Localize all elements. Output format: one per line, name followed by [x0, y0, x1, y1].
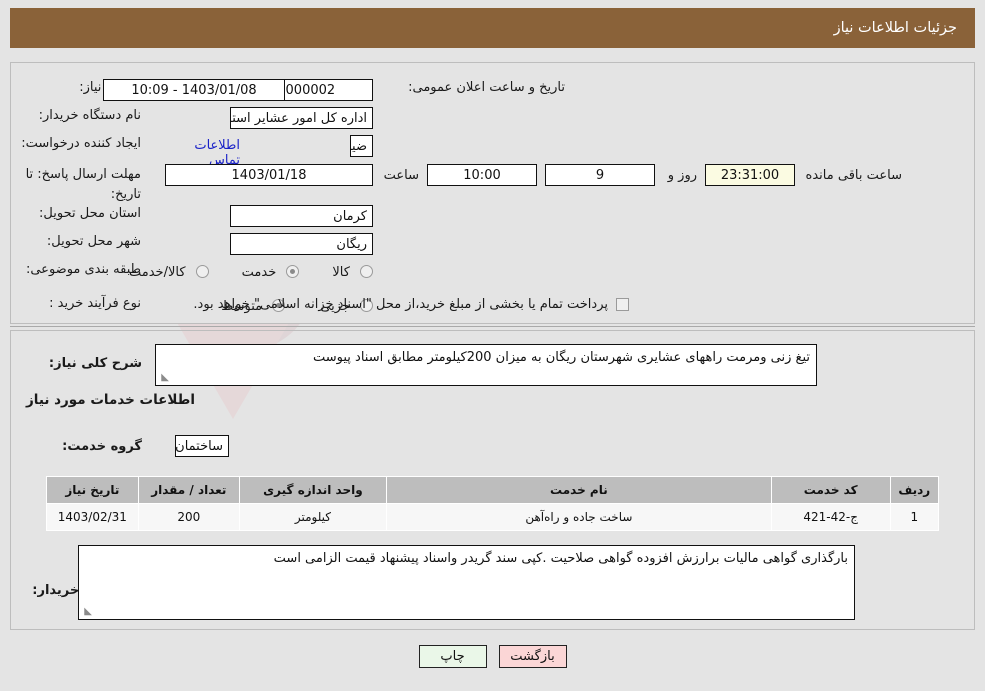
- buyer-org-field[interactable]: اداره کل امور عشایر استان کرمان: [230, 107, 373, 129]
- th-quantity: تعداد / مقدار: [137, 476, 240, 504]
- resize-grip-icon-2[interactable]: ◣: [82, 607, 92, 617]
- service-group-label: گروه خدمت:: [62, 439, 142, 454]
- announce-date-label: تاریخ و ساعت اعلان عمومی:: [408, 80, 565, 95]
- deadline-label-row: مهلت ارسال پاسخ: تا تاریخ:: [21, 163, 141, 203]
- buyer-notes-textarea[interactable]: بارگذاری گواهی مالیات برارزش افزوده گواه…: [78, 545, 855, 620]
- category-option-khedmat-label: خدمت: [241, 265, 277, 280]
- page-header-bar: جزئیات اطلاعات نیاز: [10, 8, 975, 48]
- process-label-row: نوع فرآیند خرید :: [49, 295, 141, 312]
- cell-quantity: 200: [137, 503, 240, 531]
- province-label: استان محل تحویل:: [39, 206, 141, 221]
- resize-grip-icon[interactable]: ◣: [159, 373, 169, 383]
- province-field[interactable]: کرمان: [230, 205, 373, 227]
- category-option-kala-khedmat-label: کالا/خدمت: [129, 265, 186, 280]
- th-service-code: کد خدمت: [770, 476, 891, 504]
- creator-field[interactable]: ضیافت محمدی کارشناس امور اداری اداره کل …: [350, 135, 373, 157]
- announce-label-row: تاریخ و ساعت اعلان عمومی:: [408, 79, 565, 96]
- deadline-date-field[interactable]: 1403/01/18: [165, 164, 373, 186]
- table-header-row: ردیف کد خدمت نام خدمت واحد اندازه گیری ت…: [46, 476, 940, 504]
- table-row: 1 ج-42-421 ساخت جاده و راه‌آهن کیلومتر 2…: [46, 503, 940, 531]
- remaining-time-suffix: ساعت باقی مانده: [805, 168, 902, 183]
- th-row-no: ردیف: [889, 476, 940, 504]
- deadline-hour-label: ساعت: [383, 168, 419, 183]
- buyer-org-label: نام دستگاه خریدار:: [38, 108, 141, 123]
- description-value: تیغ زنی ومرمت راههای عشایری شهرستان ریگا…: [312, 350, 810, 365]
- deadline-label: مهلت ارسال پاسخ: تا تاریخ:: [25, 167, 141, 202]
- back-button[interactable]: بازگشت: [498, 645, 567, 668]
- creator-label-row: ایجاد کننده درخواست:: [21, 135, 141, 152]
- radio-kala-icon[interactable]: [360, 265, 373, 278]
- cell-unit: کیلومتر: [238, 503, 387, 531]
- need-info-panel: [10, 62, 975, 324]
- treasury-checkbox-row[interactable]: پرداخت تمام یا بخشی از مبلغ خرید،از محل …: [193, 296, 629, 313]
- cell-need-date: 1403/02/31: [46, 503, 139, 531]
- th-need-date: تاریخ نیاز: [46, 476, 139, 504]
- print-button[interactable]: چاپ: [418, 645, 487, 668]
- remaining-days-field: 9: [545, 164, 655, 186]
- description-textarea[interactable]: تیغ زنی ومرمت راههای عشایری شهرستان ریگا…: [155, 344, 817, 386]
- category-option-kala[interactable]: کالا: [327, 261, 373, 280]
- action-button-bar: بازگشت چاپ: [0, 645, 985, 668]
- radio-kala-khedmat-icon[interactable]: [195, 265, 209, 278]
- buyer-org-label-row: نام دستگاه خریدار:: [39, 107, 141, 124]
- remaining-time-field: 23:31:00: [705, 164, 795, 186]
- radio-khedmat-icon[interactable]: [286, 265, 300, 278]
- category-option-kala-khedmat[interactable]: کالا/خدمت: [124, 261, 209, 280]
- treasury-checkbox-icon[interactable]: [616, 298, 629, 311]
- treasury-checkbox-label: پرداخت تمام یا بخشی از مبلغ خرید،از محل …: [193, 297, 608, 312]
- category-option-kala-label: کالا: [332, 265, 350, 280]
- page-root: AnaTender.net جزئیات اطلاعات نیاز شماره …: [0, 0, 985, 691]
- category-option-khedmat[interactable]: خدمت: [237, 261, 300, 280]
- buyer-notes-value: بارگذاری گواهی مالیات برارزش افزوده گواه…: [273, 551, 848, 566]
- cell-service-name: ساخت جاده و راه‌آهن: [385, 503, 772, 531]
- category-radio-group: کالا خدمت کالا/خدمت: [124, 261, 373, 280]
- th-unit: واحد اندازه گیری: [238, 476, 387, 504]
- section-divider-1: [10, 326, 975, 327]
- cell-service-code: ج-42-421: [770, 503, 891, 531]
- province-label-row: استان محل تحویل:: [39, 205, 141, 222]
- cell-row-no: 1: [889, 503, 940, 531]
- services-section-title: اطلاعات خدمات مورد نیاز: [25, 392, 195, 408]
- services-table: ردیف کد خدمت نام خدمت واحد اندازه گیری ت…: [46, 476, 940, 531]
- deadline-hour-field[interactable]: 10:00: [427, 164, 537, 186]
- description-label: شرح کلی نیاز:: [48, 356, 142, 371]
- announce-date-field[interactable]: 1403/01/08 - 10:09: [103, 79, 285, 101]
- page-title: جزئیات اطلاعات نیاز: [833, 20, 957, 36]
- city-label: شهر محل تحویل:: [46, 234, 141, 249]
- city-label-row: شهر محل تحویل:: [47, 233, 141, 250]
- remaining-days-label: روز و: [667, 168, 697, 183]
- creator-label: ایجاد کننده درخواست:: [21, 136, 141, 151]
- process-label: نوع فرآیند خرید :: [49, 296, 141, 311]
- th-service-name: نام خدمت: [385, 476, 772, 504]
- service-group-field[interactable]: ساختمان: [175, 435, 229, 457]
- city-field[interactable]: ریگان: [230, 233, 373, 255]
